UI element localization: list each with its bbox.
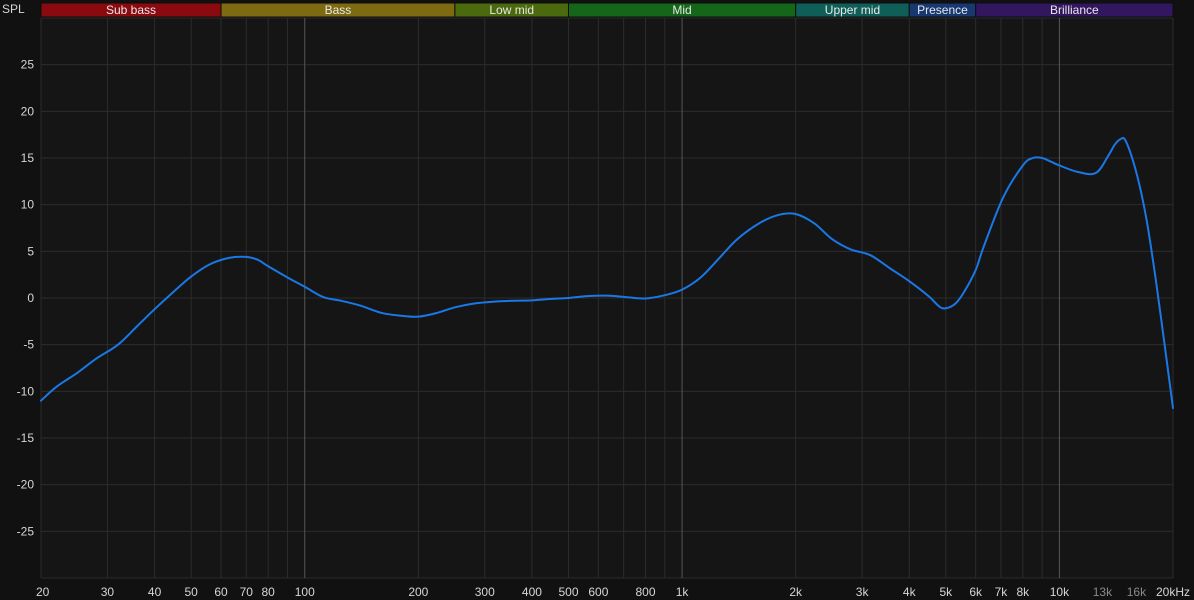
y-tick-label: -25 (17, 524, 35, 538)
band-label: Upper mid (825, 3, 880, 17)
x-tick-label: 20kHz (1156, 585, 1190, 599)
band-label: Low mid (489, 3, 534, 17)
y-tick-label: 20 (21, 104, 35, 118)
x-tick-label: 200 (408, 585, 428, 599)
x-tick-label: 1k (676, 585, 690, 599)
y-axis-label: SPL (2, 2, 25, 16)
x-tick-label: 60 (214, 585, 228, 599)
x-tick-label: 40 (148, 585, 162, 599)
band-label: Brilliance (1050, 3, 1099, 17)
x-tick-label: 8k (1017, 585, 1031, 599)
x-tick-label: 50 (184, 585, 198, 599)
x-tick-label: 13k (1093, 585, 1113, 599)
x-tick-label: 400 (522, 585, 542, 599)
x-axis: 20 30 40 50 60 70 80 100 200 300 400 500 600 800 1k 2k 3… (36, 585, 1190, 599)
frequency-response-chart: Sub bass Bass Low mid Mid Upper mid Presence B… (2, 2, 1190, 599)
x-tick-label: 30 (101, 585, 115, 599)
x-tick-label: 800 (635, 585, 655, 599)
x-tick-label: 6k (969, 585, 983, 599)
y-axis: 25 20 15 10 5 0 -5 -10 -15 -20 -25 (17, 58, 35, 539)
y-tick-label: 15 (21, 151, 35, 165)
y-tick-label: 0 (27, 291, 34, 305)
y-tick-label: -10 (17, 384, 35, 398)
x-tick-label: 4k (903, 585, 917, 599)
x-tick-label: 20 (36, 585, 50, 599)
y-tick-label: -15 (17, 431, 35, 445)
x-tick-label: 500 (558, 585, 578, 599)
band-label: Sub bass (106, 3, 156, 17)
x-tick-label: 7k (995, 585, 1009, 599)
y-tick-label: -20 (17, 478, 35, 492)
band-label: Presence (917, 3, 968, 17)
band-label: Bass (325, 3, 352, 17)
x-tick-label: 80 (261, 585, 275, 599)
y-tick-label: 5 (27, 244, 34, 258)
x-tick-label: 10k (1050, 585, 1070, 599)
x-tick-label: 3k (856, 585, 870, 599)
x-tick-label: 300 (475, 585, 495, 599)
x-tick-label: 600 (588, 585, 608, 599)
x-tick-label: 70 (240, 585, 254, 599)
y-tick-label: 25 (21, 58, 35, 72)
x-tick-label: 2k (789, 585, 803, 599)
x-tick-label: 16k (1127, 585, 1147, 599)
band-label: Mid (672, 3, 691, 17)
x-tick-label: 5k (939, 585, 953, 599)
frequency-band-bar: Sub bass Bass Low mid Mid Upper mid Presence B… (40, 2, 1174, 18)
x-tick-label: 100 (295, 585, 315, 599)
y-tick-label: -5 (23, 338, 34, 352)
y-tick-label: 10 (21, 198, 35, 212)
